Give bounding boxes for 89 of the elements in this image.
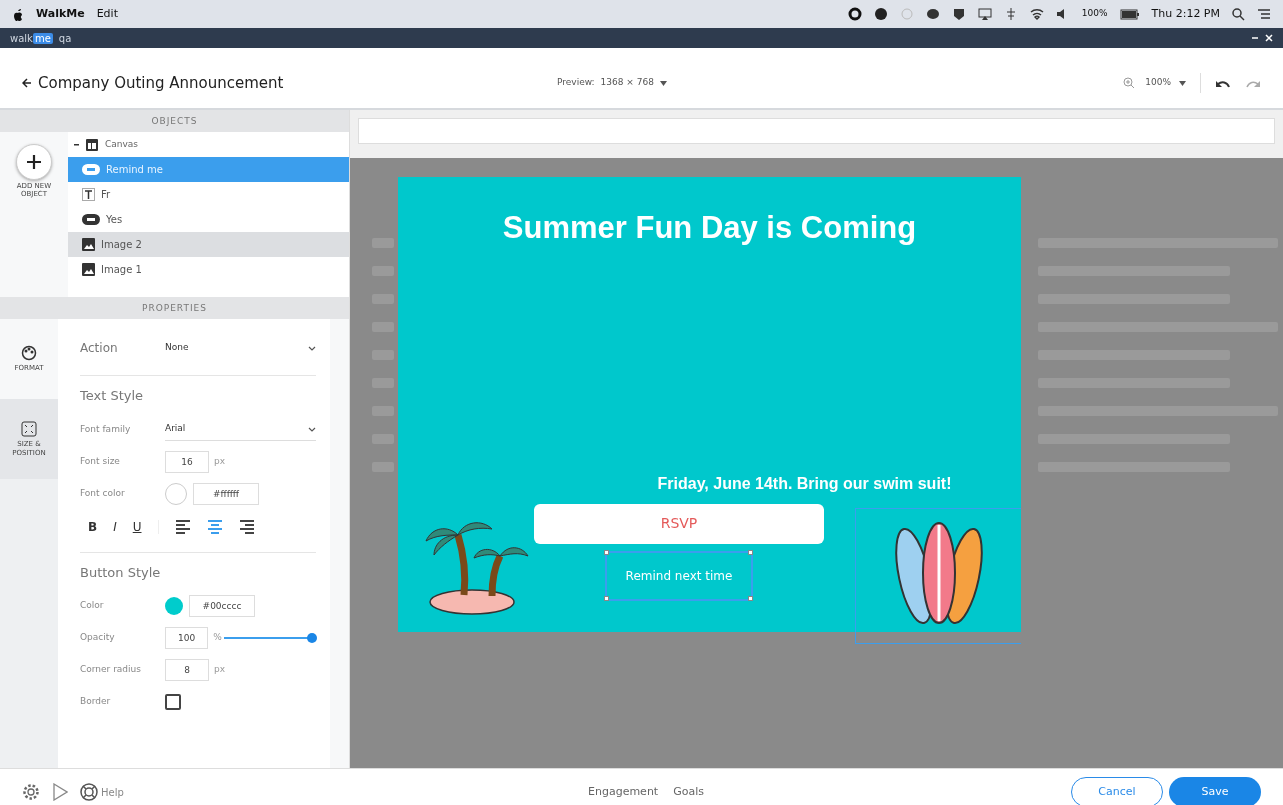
logo-badge: me <box>32 32 53 44</box>
logo-text: walk <box>10 32 33 44</box>
field-label: Opacity <box>80 631 116 645</box>
cancel-button[interactable]: Cancel <box>1071 777 1163 805</box>
unit-label: px <box>214 663 226 677</box>
section-header: PROPERTIES <box>0 297 349 319</box>
play-icon[interactable] <box>52 783 68 801</box>
field-label: Border <box>80 695 112 709</box>
action-dropdown[interactable]: None <box>165 336 316 360</box>
tree-item[interactable]: Fr <box>68 182 349 207</box>
align-right-icon <box>238 518 255 535</box>
menu-extra-icon[interactable] <box>951 7 966 21</box>
plus-icon <box>27 155 41 169</box>
corner-radius-input[interactable]: 8 <box>165 659 209 681</box>
field-label: Color <box>80 599 105 613</box>
search-icon[interactable] <box>1232 7 1245 21</box>
lifebuoy-icon[interactable] <box>80 783 98 801</box>
font-size-input[interactable]: 16 <box>165 450 209 473</box>
image-object-icon <box>82 263 95 276</box>
section-header: OBJECTS <box>0 110 349 132</box>
color-swatch[interactable] <box>165 597 183 615</box>
preview-label: Preview: <box>557 76 595 90</box>
chevron-icon <box>308 426 316 432</box>
slider-track[interactable] <box>223 632 316 644</box>
field-label: Action <box>80 340 119 357</box>
button-color-input[interactable]: #00cccc <box>189 595 255 617</box>
image-object-icon <box>82 238 95 251</box>
align-left-icon <box>174 518 191 535</box>
unit-label: % <box>213 631 222 645</box>
battery-icon <box>1119 8 1140 20</box>
tree-item[interactable]: Image 2 <box>68 232 349 257</box>
apple-icon[interactable] <box>12 7 24 21</box>
back-arrow-icon[interactable] <box>22 78 32 88</box>
caret-icon[interactable] <box>659 80 667 86</box>
menu-extra-icon[interactable] <box>847 7 862 21</box>
app-menu[interactable]: WalkMe <box>36 5 85 23</box>
preview-size-dropdown[interactable]: 1368 × 768 <box>600 76 654 90</box>
palette-icon <box>21 345 37 362</box>
chevron-icon <box>308 345 316 351</box>
field-label: Corner radius <box>80 663 142 677</box>
tree-item-label[interactable]: Canvas <box>105 137 139 152</box>
button-object-icon <box>82 164 100 175</box>
field-label: Font size <box>80 454 121 468</box>
popup-title: Summer Fun Day is Coming <box>502 209 917 247</box>
menu-extra-icon[interactable] <box>977 7 992 21</box>
footer-tab[interactable]: Engagement <box>582 782 665 802</box>
font-family-dropdown[interactable]: Arial <box>165 418 316 441</box>
workspace-name: qa <box>58 31 72 46</box>
menu-extra-icon[interactable] <box>925 7 940 21</box>
unit-label: px <box>214 454 226 468</box>
text-object-icon <box>82 188 95 201</box>
border-checkbox[interactable] <box>165 694 181 710</box>
clock: Thu 2:12 PM <box>1151 5 1220 22</box>
page-title: Company Outing Announcement <box>38 72 284 94</box>
close-icon[interactable] <box>1265 34 1273 42</box>
add-object-button[interactable] <box>16 144 52 180</box>
list-icon[interactable] <box>1257 8 1271 20</box>
zoom-icon[interactable] <box>1123 77 1136 89</box>
color-swatch[interactable] <box>165 482 187 505</box>
caret-icon[interactable] <box>1179 80 1186 86</box>
footer-tab[interactable]: Goals <box>667 782 710 802</box>
popup-subtitle: Friday, June 14th. Bring our swim suit! <box>656 473 953 494</box>
field-label: Font family <box>80 422 132 436</box>
button-object-icon <box>82 214 100 225</box>
layout-icon <box>85 137 99 152</box>
settings-icon[interactable] <box>22 783 40 801</box>
save-button[interactable]: Save <box>1169 777 1261 805</box>
font-color-input[interactable]: #ffffff <box>193 482 259 505</box>
resize-icon <box>21 421 37 438</box>
section-heading: Text Style <box>80 387 145 405</box>
format-button[interactable]: I <box>105 517 125 536</box>
align-center-icon <box>206 518 223 535</box>
rsvp-button[interactable]: RSVP <box>534 503 824 544</box>
format-button[interactable]: B <box>80 517 106 536</box>
undo-icon[interactable] <box>1215 78 1231 88</box>
zoom-dropdown[interactable]: 100% <box>1145 76 1171 90</box>
battery-percent: 100% <box>1081 7 1108 21</box>
field-label: Font color <box>80 486 126 500</box>
section-heading: Button Style <box>80 563 162 582</box>
format-button[interactable]: U <box>124 517 150 536</box>
tree-item[interactable]: Yes <box>68 207 349 232</box>
menu-extra-icon[interactable] <box>873 7 888 21</box>
slider-thumb[interactable] <box>306 633 317 643</box>
menu-extra-icon[interactable] <box>1029 7 1044 21</box>
tree-item[interactable]: Image 1 <box>68 257 349 282</box>
minimize-icon[interactable] <box>1251 34 1259 42</box>
help-link[interactable]: Help <box>101 784 124 800</box>
opacity-input[interactable]: 100 <box>165 627 209 649</box>
menu-item[interactable]: Edit <box>96 5 118 23</box>
